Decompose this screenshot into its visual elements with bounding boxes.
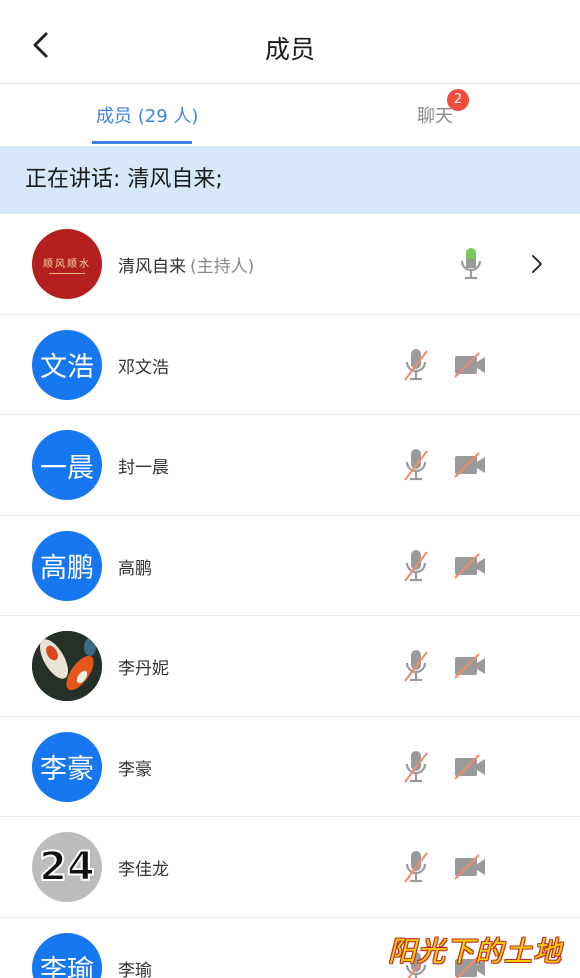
camera-off-icon[interactable] bbox=[453, 653, 487, 679]
camera-off-icon[interactable] bbox=[453, 753, 487, 780]
microphone-muted-icon[interactable] bbox=[403, 849, 429, 885]
microphone-muted-icon[interactable] bbox=[403, 749, 429, 785]
camera-off-icon[interactable] bbox=[453, 452, 487, 478]
member-row[interactable]: 顺风顺水 清风自来 (主持人) bbox=[0, 214, 580, 315]
member-list: 顺风顺水 清风自来 (主持人) 文浩 邓文浩 一晨 封一晨 高鹏 高鹏 李丹妮 … bbox=[0, 214, 580, 978]
microphone-on-icon[interactable] bbox=[458, 246, 484, 282]
active-tab-indicator bbox=[92, 141, 192, 144]
avatar-koi-image bbox=[32, 631, 102, 701]
avatar: 一晨 bbox=[32, 430, 102, 500]
avatar: 高鹏 bbox=[32, 530, 102, 601]
member-name: 高鹏 bbox=[118, 558, 152, 579]
member-row[interactable]: 高鹏 高鹏 bbox=[0, 516, 580, 616]
avatar-seal-text: 顺风顺水 bbox=[43, 258, 91, 270]
page-title: 成员 bbox=[264, 35, 315, 64]
avatar: 顺风顺水 bbox=[32, 229, 102, 299]
member-name: 邓文浩 bbox=[118, 357, 169, 378]
chat-unread-badge: 2 bbox=[447, 89, 469, 111]
member-name: 封一晨 bbox=[118, 458, 169, 478]
koi-fish-image bbox=[32, 631, 102, 701]
chevron-right-icon[interactable] bbox=[530, 253, 544, 275]
camera-off-icon[interactable] bbox=[453, 351, 487, 378]
member-row[interactable]: 李丹妮 bbox=[0, 616, 580, 717]
member-name-text: 清风自来 bbox=[118, 257, 186, 277]
member-row[interactable]: 文浩 邓文浩 bbox=[0, 315, 580, 415]
camera-off-icon[interactable] bbox=[453, 854, 487, 880]
tab-bar: 成员 (29 人) 聊天 bbox=[0, 84, 580, 146]
member-name: 李丹妮 bbox=[118, 659, 169, 679]
avatar: 李豪 bbox=[32, 731, 102, 802]
member-name: 李豪 bbox=[118, 759, 152, 780]
microphone-muted-icon[interactable] bbox=[403, 648, 429, 684]
member-name: 李佳龙 bbox=[118, 860, 169, 880]
avatar-seal-line bbox=[49, 272, 85, 274]
camera-off-icon[interactable] bbox=[453, 552, 487, 579]
microphone-muted-icon[interactable] bbox=[403, 347, 429, 383]
speaking-banner: 正在讲话: 清风自来; bbox=[0, 146, 580, 214]
member-row[interactable]: 李豪 李豪 bbox=[0, 717, 580, 817]
avatar: 文浩 bbox=[32, 329, 102, 400]
watermark: 阳光下的土地 bbox=[388, 935, 563, 968]
member-name: 李瑜 bbox=[118, 960, 152, 978]
member-row[interactable]: 24 李佳龙 bbox=[0, 817, 580, 918]
microphone-muted-icon[interactable] bbox=[403, 548, 429, 584]
member-role: (主持人) bbox=[190, 257, 255, 277]
member-name: 清风自来 (主持人) bbox=[118, 252, 254, 277]
navigation-bar: 成员 bbox=[0, 0, 580, 84]
tab-chat[interactable]: 聊天 bbox=[417, 102, 453, 128]
avatar-number-text: 24 bbox=[38, 843, 96, 891]
tab-members[interactable]: 成员 (29 人) bbox=[96, 102, 198, 128]
member-row[interactable]: 一晨 封一晨 bbox=[0, 415, 580, 516]
avatar-number-image: 24 bbox=[32, 832, 102, 902]
microphone-muted-icon[interactable] bbox=[403, 447, 429, 483]
avatar: 李瑜 bbox=[32, 932, 102, 978]
